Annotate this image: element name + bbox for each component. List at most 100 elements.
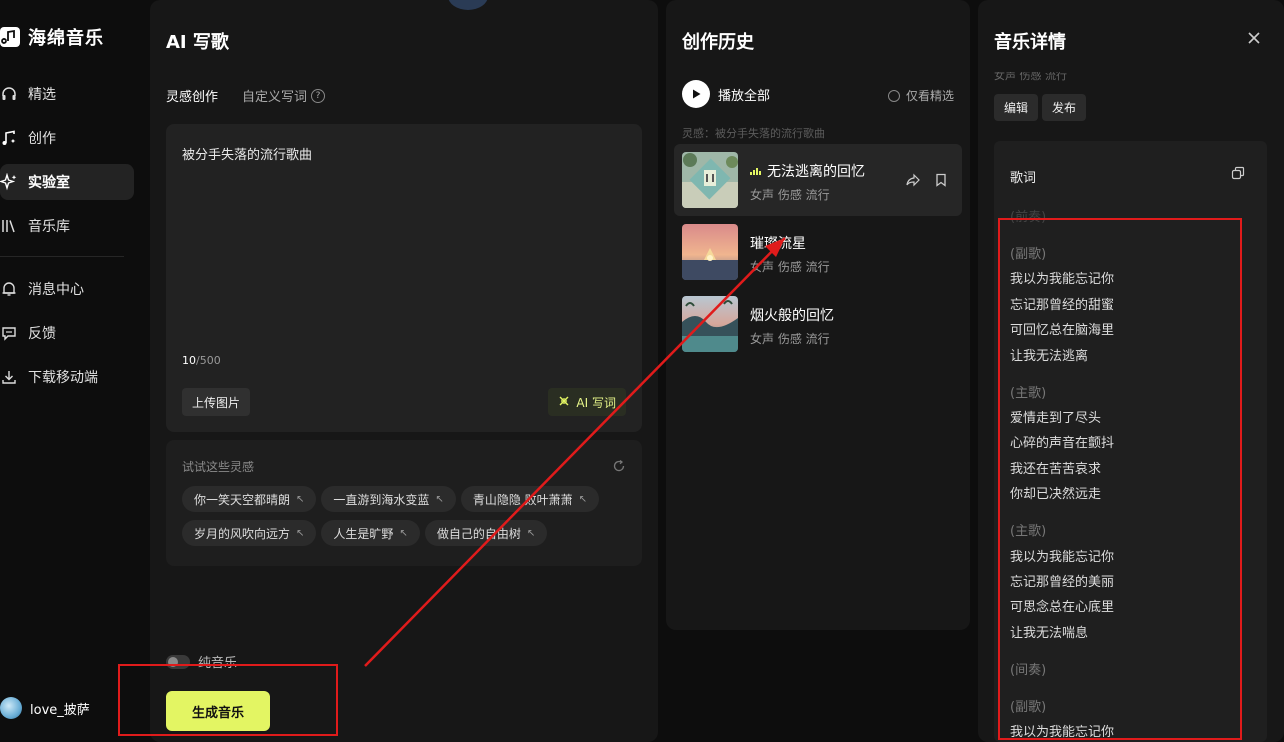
history-panel: 创作历史 播放全部 仅看精选 灵感：被分手失落的流行歌曲 无法逃离的回忆 女声 … bbox=[666, 0, 970, 630]
ai-write-label: AI 写词 bbox=[576, 395, 616, 410]
inspiration-chip[interactable]: 一直游到海水变蓝 ↖ bbox=[321, 486, 456, 512]
lyrics-line: 我以为我能忘记你 bbox=[1010, 272, 1115, 288]
only-featured-filter[interactable]: 仅看精选 bbox=[887, 87, 954, 104]
refresh-icon[interactable] bbox=[612, 458, 626, 472]
song-cover bbox=[682, 224, 738, 280]
app-logo[interactable]: 海绵音乐 bbox=[0, 24, 104, 50]
counter-max: /500 bbox=[196, 354, 221, 367]
history-title: 创作历史 bbox=[682, 32, 754, 53]
song-title: 无法逃离的回忆 bbox=[750, 161, 865, 181]
radio-icon bbox=[887, 89, 900, 102]
inspiration-chip[interactable]: 做自己的自由树 ↖ bbox=[424, 520, 548, 546]
tab-inspiration[interactable]: 灵感创作 bbox=[166, 86, 218, 105]
counter-current: 10 bbox=[182, 354, 196, 367]
inspiration-box: 试试这些灵感 你一笑天空都晴朗 ↖ 一直游到海水变蓝 ↖ 青山隐隐 败叶萧萧 ↖ 岁月… bbox=[166, 440, 642, 566]
arrow-up-left-icon: ↖ bbox=[296, 527, 305, 539]
pure-music-toggle[interactable] bbox=[166, 654, 190, 669]
pure-music-label: 纯音乐 bbox=[198, 656, 238, 671]
help-icon[interactable]: ? bbox=[311, 88, 326, 103]
bookmark-icon[interactable] bbox=[934, 172, 948, 191]
inspiration-chip[interactable]: 你一笑天空都晴朗 ↖ bbox=[182, 486, 317, 512]
lyrics-section-label: (副歌) bbox=[1010, 247, 1047, 262]
close-icon[interactable] bbox=[1246, 30, 1262, 46]
ai-lyrics-icon bbox=[558, 395, 570, 410]
sidebar-item-feedback[interactable]: 反馈 bbox=[0, 315, 134, 351]
sidebar-item-label: 实验室 bbox=[28, 175, 70, 191]
copy-icon[interactable] bbox=[1231, 165, 1245, 180]
song-cover bbox=[682, 296, 738, 352]
tab-custom-lyrics[interactable]: 自定义写词 ? bbox=[242, 86, 326, 105]
generate-music-button[interactable]: 生成音乐 bbox=[166, 691, 270, 731]
sidebar-item-label: 下载移动端 bbox=[28, 370, 98, 386]
logo-icon bbox=[0, 26, 20, 48]
chip-label: 做自己的自由树 bbox=[436, 526, 521, 541]
chip-label: 青山隐隐 败叶萧萧 bbox=[472, 492, 573, 507]
mode-tabs: 灵感创作 自定义写词 ? bbox=[166, 86, 326, 105]
prompt-textarea[interactable]: 被分手失落的流行歌曲 10/500 上传图片 AI 写词 bbox=[166, 124, 642, 432]
lyrics-section-label: (副歌) bbox=[1010, 699, 1047, 715]
inspiration-chip[interactable]: 岁月的风吹向远方 ↖ bbox=[182, 520, 317, 546]
pure-music-row: 纯音乐 bbox=[166, 652, 237, 671]
publish-button[interactable]: 发布 bbox=[1042, 94, 1087, 121]
play-all-label: 播放全部 bbox=[718, 88, 771, 104]
sidebar-item-label: 音乐库 bbox=[28, 219, 70, 235]
song-title-text: 璀璨流星 bbox=[750, 236, 806, 252]
sidebar-item-messages[interactable]: 消息中心 bbox=[0, 271, 134, 307]
arrow-up-left-icon: ↖ bbox=[399, 527, 408, 539]
lyrics-line: 让我无法喘息 bbox=[1010, 625, 1089, 641]
song-item[interactable]: 璀璨流星 女声 伤感 流行 bbox=[674, 216, 962, 288]
sidebar-item-label: 创作 bbox=[28, 131, 56, 147]
tab-label: 自定义写词 bbox=[242, 90, 308, 105]
lyrics-section-intro: (前奏) bbox=[1010, 210, 1047, 225]
upload-image-button[interactable]: 上传图片 bbox=[182, 388, 251, 416]
song-item[interactable]: 无法逃离的回忆 女声 伤感 流行 bbox=[674, 144, 962, 216]
lyrics-card: 歌词 (前奏) (副歌) 我以为我能忘记你 忘记那曾经的甜蜜 可回忆总在脑海里 … bbox=[994, 141, 1267, 742]
song-cover bbox=[682, 152, 738, 208]
inspiration-title: 试试这些灵感 bbox=[182, 460, 255, 474]
sidebar-item-library[interactable]: 音乐库 bbox=[0, 208, 134, 244]
sidebar-item-featured[interactable]: 精选 bbox=[0, 76, 134, 112]
inspiration-chip[interactable]: 青山隐隐 败叶萧萧 ↖ bbox=[460, 486, 600, 512]
arrow-up-left-icon: ↖ bbox=[296, 493, 305, 505]
song-title: 璀璨流星 bbox=[750, 233, 806, 253]
edit-button[interactable]: 编辑 bbox=[994, 94, 1039, 121]
top-handle bbox=[448, 0, 488, 10]
song-title-text: 烟火般的回忆 bbox=[750, 308, 834, 324]
lyrics-line: 心碎的声音在颤抖 bbox=[1010, 436, 1115, 452]
only-featured-label: 仅看精选 bbox=[905, 89, 954, 103]
detail-tags: 女声 伤感 流行 bbox=[994, 72, 1067, 82]
song-title: 烟火般的回忆 bbox=[750, 305, 834, 325]
lyrics-line: 忘记那曾经的甜蜜 bbox=[1010, 297, 1115, 313]
arrow-up-left-icon: ↖ bbox=[578, 493, 588, 505]
song-item[interactable]: 烟火般的回忆 女声 伤感 流行 bbox=[674, 288, 962, 360]
song-tags: 女声 伤感 流行 bbox=[750, 332, 830, 346]
play-all-button[interactable]: 播放全部 bbox=[682, 80, 770, 108]
song-tags: 女声 伤感 流行 bbox=[750, 260, 830, 274]
sidebar-item-lab[interactable]: 实验室 bbox=[0, 164, 134, 200]
feedback-icon bbox=[0, 324, 18, 342]
music-detail-panel: 音乐详情 女声 伤感 流行 编辑 发布 歌词 (前奏) (副歌) 我以为我能忘记… bbox=[978, 0, 1284, 742]
chip-label: 岁月的风吹向远方 bbox=[194, 526, 291, 541]
sidebar: 海绵音乐 精选 创作 实验室 音乐库 消息中心 反馈 下载移动端 love_披萨 bbox=[0, 0, 145, 742]
username: love_披萨 bbox=[30, 702, 90, 718]
sidebar-item-create[interactable]: 创作 bbox=[0, 120, 134, 156]
sparkle-icon bbox=[0, 173, 18, 191]
arrow-up-left-icon: ↖ bbox=[435, 493, 444, 505]
chip-label: 一直游到海水变蓝 bbox=[333, 492, 430, 507]
user-profile[interactable]: love_披萨 bbox=[0, 697, 90, 719]
inspiration-chip[interactable]: 人生是旷野 ↖ bbox=[321, 520, 420, 546]
sidebar-item-download[interactable]: 下载移动端 bbox=[0, 359, 134, 395]
inspiration-chips: 你一笑天空都晴朗 ↖ 一直游到海水变蓝 ↖ 青山隐隐 败叶萧萧 ↖ 岁月的风吹向远方 ↖… bbox=[182, 486, 632, 546]
app-window: 海绵音乐 精选 创作 实验室 音乐库 消息中心 反馈 下载移动端 love_披萨… bbox=[0, 0, 1284, 742]
play-icon bbox=[682, 80, 710, 108]
lyrics-line: 我以为我能忘记你 bbox=[1010, 549, 1115, 565]
music-note-icon bbox=[0, 129, 18, 147]
inspiration-hint: 灵感：被分手失落的流行歌曲 bbox=[682, 127, 825, 140]
avatar bbox=[0, 697, 22, 719]
ai-write-button[interactable]: AI 写词 bbox=[548, 388, 626, 416]
share-icon[interactable] bbox=[906, 172, 920, 191]
lyrics-line: 我还在苦苦哀求 bbox=[1010, 461, 1102, 477]
lyrics-text: (前奏) (副歌) 我以为我能忘记你 忘记那曾经的甜蜜 可回忆总在脑海里 让我无… bbox=[1010, 205, 1114, 742]
detail-actions: 编辑 发布 bbox=[994, 94, 1087, 121]
lyrics-section-label: (主歌) bbox=[1010, 524, 1047, 540]
